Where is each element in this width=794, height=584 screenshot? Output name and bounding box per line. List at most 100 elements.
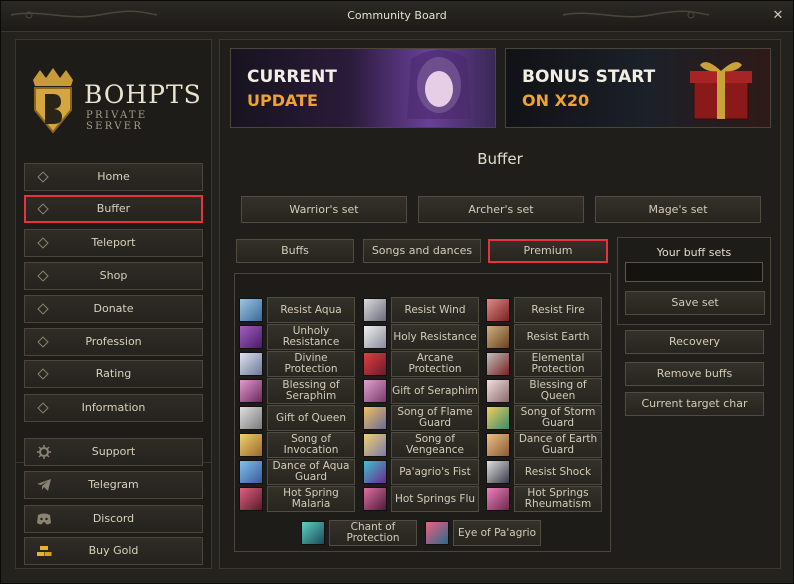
main-content: CURRENT UPDATE BONUS START ON X20 Buffer…: [219, 39, 781, 569]
buff-icon: [239, 433, 263, 457]
buff-label: Song of Flame Guard: [391, 405, 479, 431]
community-board-window: Community Board ✕ BOHPTS PRIVATE SERVER …: [0, 0, 794, 584]
buff-icon: [239, 298, 263, 322]
buff-label: Blessing of Seraphim: [267, 378, 355, 404]
archers-set-button[interactable]: Archer's set: [418, 196, 584, 223]
nav-label: Rating: [95, 367, 132, 380]
logo: BOHPTS PRIVATE SERVER: [26, 60, 206, 160]
crown-shield-icon: [33, 68, 73, 134]
recovery-button[interactable]: Recovery: [625, 330, 764, 354]
nav-label: Teleport: [91, 236, 136, 249]
nav-label: Buffer: [96, 202, 131, 215]
buff-label: Eye of Pa'agrio: [453, 520, 541, 546]
buff-icon: [363, 325, 387, 349]
buff-icon: [363, 487, 387, 511]
banner-title: CURRENT: [247, 67, 337, 87]
buff-set-name-input[interactable]: [625, 262, 763, 282]
nav-label: Information: [81, 401, 146, 414]
buff-icon: [363, 406, 387, 430]
buff-icon: [486, 352, 510, 376]
banner-title: BONUS START: [522, 67, 656, 87]
diamond-icon: [37, 237, 49, 249]
buff-icon: [363, 433, 387, 457]
gear-icon: [37, 445, 51, 459]
character-portrait-icon: [407, 50, 471, 119]
diamond-icon: [37, 303, 49, 315]
discord-link-button[interactable]: Discord: [24, 505, 203, 533]
title-bar[interactable]: Community Board ✕: [1, 1, 793, 32]
logo-subtitle: PRIVATE SERVER: [86, 110, 148, 132]
buff-label: Song of Storm Guard: [514, 405, 602, 431]
buff-list: Resist Aqua Resist Wind Resist Fire Unho…: [234, 273, 611, 552]
buff-icon: [239, 460, 263, 484]
buff-sets-title: Your buff sets: [656, 246, 732, 259]
link-label: Discord: [92, 512, 135, 525]
buff-label: Unholy Resistance: [267, 324, 355, 350]
diamond-icon: [37, 171, 49, 183]
buff-label: Pa'agrio's Fist: [391, 459, 479, 485]
buff-icon: [486, 325, 510, 349]
tab-premium[interactable]: Premium: [488, 239, 608, 263]
nav-shop-button[interactable]: Shop: [24, 262, 203, 290]
diamond-icon: [37, 368, 49, 380]
sidebar: BOHPTS PRIVATE SERVER Home Buffer Telepo…: [15, 39, 212, 569]
buff-icon: [363, 298, 387, 322]
banner-subtitle: UPDATE: [247, 91, 318, 110]
tab-songs-and-dances[interactable]: Songs and dances: [363, 239, 481, 263]
buff-sets-panel: Your buff sets Save set: [617, 237, 771, 325]
discord-icon: [37, 513, 51, 525]
nav-home-button[interactable]: Home: [24, 163, 203, 191]
nav-buffer-button[interactable]: Buffer: [24, 195, 203, 223]
buff-icon: [301, 521, 325, 545]
save-set-button[interactable]: Save set: [625, 291, 765, 315]
current-update-banner[interactable]: CURRENT UPDATE: [230, 48, 496, 128]
link-label: Support: [91, 445, 136, 458]
buff-label: Resist Wind: [391, 297, 479, 323]
buff-icon: [363, 460, 387, 484]
support-link-button[interactable]: Support: [24, 438, 203, 466]
buff-label: Song of Invocation: [267, 432, 355, 458]
logo-title: BOHPTS: [84, 80, 202, 109]
nav-profession-button[interactable]: Profession: [24, 328, 203, 356]
close-button[interactable]: ✕: [769, 8, 787, 24]
link-label: Buy Gold: [88, 544, 139, 557]
bonus-start-banner[interactable]: BONUS START ON X20: [505, 48, 771, 128]
buff-label: Divine Protection: [267, 351, 355, 377]
nav-information-button[interactable]: Information: [24, 394, 203, 422]
telegram-link-button[interactable]: Telegram: [24, 471, 203, 499]
buff-label: Hot Springs Rheumatism: [514, 486, 602, 512]
diamond-icon: [37, 336, 49, 348]
buff-icon: [486, 379, 510, 403]
buff-icon: [486, 433, 510, 457]
nav-rating-button[interactable]: Rating: [24, 360, 203, 388]
telegram-icon: [37, 479, 51, 491]
nav-donate-button[interactable]: Donate: [24, 295, 203, 323]
ornament-right-icon: [562, 10, 710, 19]
banner-subtitle: ON X20: [522, 91, 590, 110]
nav-teleport-button[interactable]: Teleport: [24, 229, 203, 257]
mages-set-button[interactable]: Mage's set: [595, 196, 761, 223]
buff-icon: [363, 379, 387, 403]
nav-label: Home: [97, 170, 130, 183]
gold-icon: [37, 546, 52, 556]
buff-icon: [486, 298, 510, 322]
nav-label: Profession: [85, 335, 142, 348]
diamond-icon: [37, 402, 49, 414]
buff-icon: [486, 460, 510, 484]
warriors-set-button[interactable]: Warrior's set: [241, 196, 407, 223]
buff-label: Arcane Protection: [391, 351, 479, 377]
buy-gold-link-button[interactable]: Buy Gold: [24, 537, 203, 565]
tab-buffs[interactable]: Buffs: [236, 239, 354, 263]
buff-label: Elemental Protection: [514, 351, 602, 377]
current-target-char-button[interactable]: Current target char: [625, 392, 764, 416]
nav-label: Donate: [93, 302, 134, 315]
remove-buffs-button[interactable]: Remove buffs: [625, 362, 764, 386]
buff-label: Gift of Seraphim: [391, 378, 479, 404]
link-label: Telegram: [88, 478, 139, 491]
buff-icon: [363, 352, 387, 376]
buff-label: Gift of Queen: [267, 405, 355, 431]
buff-label: Resist Shock: [514, 459, 602, 485]
buff-icon: [239, 487, 263, 511]
buff-label: Dance of Earth Guard: [514, 432, 602, 458]
buff-icon: [239, 325, 263, 349]
